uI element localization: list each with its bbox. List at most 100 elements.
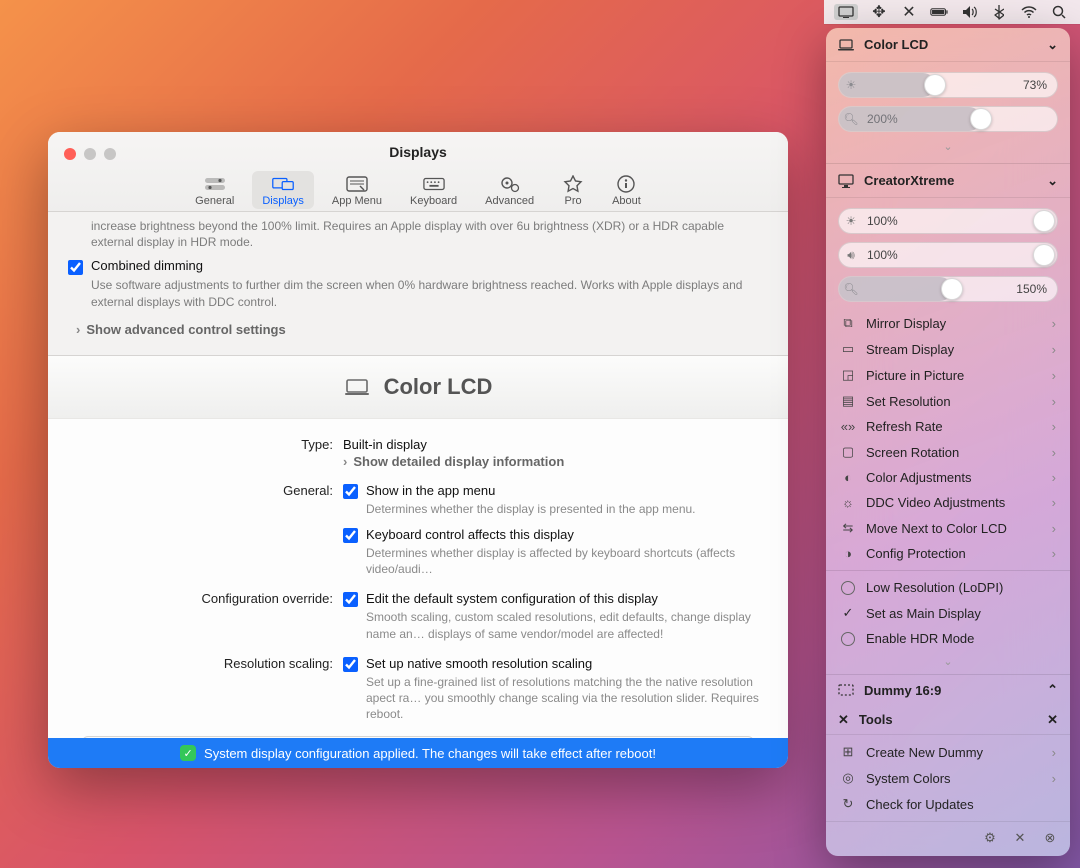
menubar-dropbox-icon[interactable]: ✥ <box>870 3 888 21</box>
panel-header-color-lcd[interactable]: Color LCD ⌄ <box>826 28 1070 62</box>
general-label: General: <box>68 483 343 588</box>
palette-icon: ◐ <box>840 470 856 485</box>
menu-item-label: Mirror Display <box>866 316 946 331</box>
gear-icon[interactable]: ⚙︎ <box>982 830 998 846</box>
laptop-icon <box>838 39 854 51</box>
reload-icon: ↻ <box>840 796 856 812</box>
display-header-title: Color LCD <box>384 374 493 400</box>
menu-section-display-actions: ⧉Mirror Display›▭Stream Display›◲Picture… <box>826 306 1070 570</box>
menu-item-mirror[interactable]: ⧉Mirror Display› <box>826 310 1070 336</box>
menu-item-hdr[interactable]: Enable HDR Mode <box>826 626 1070 651</box>
settings-window: Displays General Displays App Menu Keybo… <box>48 132 788 768</box>
power-icon[interactable]: ⊗ <box>1042 830 1058 846</box>
stream-icon: ▭ <box>840 341 856 357</box>
tab-app-menu[interactable]: App Menu <box>322 171 392 209</box>
brightness-d1-value: 73% <box>1023 78 1047 92</box>
menu-item-protect[interactable]: ◑Config Protection› <box>826 541 1070 566</box>
banner-text: System display configuration applied. Th… <box>204 746 656 761</box>
tab-pro[interactable]: Pro <box>552 171 594 209</box>
menu-item-label: DDC Video Adjustments <box>866 495 1005 510</box>
plus-icon: ⊞ <box>840 744 856 760</box>
menubar-volume-icon[interactable] <box>960 3 978 21</box>
tools-label: Tools <box>859 712 893 727</box>
tab-advanced[interactable]: Advanced <box>475 171 544 209</box>
laptop-icon <box>344 378 370 396</box>
menu-item-label: Set as Main Display <box>866 606 981 621</box>
panel-header-tools[interactable]: ✕ Tools ✕ <box>826 705 1070 735</box>
wrench-icon[interactable]: ✕ <box>1012 830 1028 846</box>
panel-header-dummy[interactable]: Dummy 16:9 ⌃ <box>826 675 1070 705</box>
menu-item-label: Stream Display <box>866 342 954 357</box>
menu-item-main[interactable]: ✓Set as Main Display <box>826 600 1070 626</box>
expand-caret-d2[interactable]: ⌄ <box>826 655 1070 674</box>
menu-item-coloradj[interactable]: ◐Color Adjustments› <box>826 465 1070 490</box>
menubar: ✥ ✕ <box>824 0 1080 24</box>
combined-dimming-desc: Use software adjustments to further dim … <box>91 277 768 309</box>
tab-about[interactable]: About <box>602 171 651 209</box>
truncated-xdr-desc: increase brightness beyond the 100% limi… <box>91 218 768 250</box>
config-override-label: Configuration override: <box>68 591 343 651</box>
menu-item-lodpi[interactable]: Low Resolution (LoDPI) <box>826 575 1070 600</box>
menu-item-syscolors[interactable]: ◎System Colors› <box>826 765 1070 791</box>
menubar-display-icon[interactable] <box>834 4 858 20</box>
menu-item-label: Refresh Rate <box>866 419 943 434</box>
chevron-right-icon: › <box>1052 342 1056 357</box>
zoom-d2-value: 150% <box>1016 282 1047 296</box>
brightness-slider-d1[interactable]: ☀︎ 73% <box>838 72 1058 98</box>
brightness-d2-value: 100% <box>867 214 898 228</box>
show-advanced-control-disclosure[interactable]: Show advanced control settings <box>76 322 768 337</box>
menubar-search-icon[interactable] <box>1050 3 1068 21</box>
show-in-menu-checkbox[interactable] <box>343 484 358 499</box>
panel-header-creatorxtreme[interactable]: CreatorXtreme ⌄ <box>826 164 1070 198</box>
menu-item-rotation[interactable]: ▢Screen Rotation› <box>826 439 1070 465</box>
menu-section-toggles: Low Resolution (LoDPI)✓Set as Main Displ… <box>826 571 1070 655</box>
panel-footer: ⚙︎ ✕ ⊗ <box>826 821 1070 856</box>
close-icon[interactable]: ✕ <box>1047 712 1058 728</box>
edit-config-checkbox[interactable] <box>343 592 358 607</box>
menubar-tools-icon[interactable]: ✕ <box>900 3 918 21</box>
menubar-bluetooth-icon[interactable] <box>990 3 1008 21</box>
chevron-right-icon: › <box>1052 470 1056 485</box>
menubar-battery-icon[interactable] <box>930 3 948 21</box>
dummy-icon <box>838 684 854 696</box>
tab-general[interactable]: General <box>185 171 244 209</box>
zoom-slider-d1[interactable]: 🔍︎ 200% <box>838 106 1058 132</box>
chevron-right-icon: › <box>1052 419 1056 434</box>
brightness-slider-d2[interactable]: ☀︎ 100% <box>838 208 1058 234</box>
type-value: Built-in display <box>343 437 768 452</box>
native-scaling-checkbox[interactable] <box>343 657 358 672</box>
menu-item-label: System Colors <box>866 771 951 786</box>
menu-section-tools: ⊞Create New Dummy› ◎ System Colors › ↻Check … <box>826 735 1070 821</box>
edit-config-desc: Smooth scaling, custom scaled resolution… <box>366 609 768 641</box>
sun-icon: ☀︎ <box>839 214 863 228</box>
tools-icon: ✕ <box>838 712 849 728</box>
display-header: Color LCD <box>48 355 788 419</box>
keyboard-control-checkbox[interactable] <box>343 528 358 543</box>
tab-keyboard[interactable]: Keyboard <box>400 171 467 209</box>
menu-item-movenext[interactable]: ⇆Move Next to Color LCD› <box>826 515 1070 541</box>
checkmark-icon: ✓ <box>180 745 196 761</box>
refresh-icon: «» <box>840 419 856 434</box>
lodpi-icon <box>840 581 856 595</box>
combined-dimming-checkbox[interactable] <box>68 260 83 275</box>
menu-item-newdummy[interactable]: ⊞Create New Dummy› <box>826 739 1070 765</box>
menu-item-refresh[interactable]: «» Refresh Rate › <box>826 414 1070 439</box>
expand-caret-d1[interactable]: ⌄ <box>838 140 1058 159</box>
chevron-right-icon: › <box>1052 745 1056 760</box>
volume-slider-d2[interactable]: 🔊︎ 100% <box>838 242 1058 268</box>
show-detailed-info-disclosure[interactable]: Show detailed display information <box>343 454 768 469</box>
content-area: increase brightness beyond the 100% limi… <box>48 212 788 768</box>
zoom-slider-d2[interactable]: 🔍︎ 150% <box>838 276 1058 302</box>
menu-item-pip[interactable]: ◲Picture in Picture› <box>826 362 1070 388</box>
chevron-down-icon: ⌄ <box>1047 173 1058 189</box>
speaker-icon: 🔊︎ <box>839 248 863 263</box>
drop-icon: ◎ <box>840 770 856 786</box>
menu-item-stream[interactable]: ▭ Stream Display › <box>826 336 1070 362</box>
menu-item-setres[interactable]: ▤Set Resolution› <box>826 388 1070 414</box>
tab-displays[interactable]: Displays <box>252 171 314 209</box>
menu-item-ddc[interactable]: ☼DDC Video Adjustments› <box>826 490 1070 515</box>
menu-item-updates[interactable]: ↻Check for Updates <box>826 791 1070 817</box>
chevron-right-icon: › <box>1052 368 1056 383</box>
chevron-right-icon: › <box>1052 495 1056 510</box>
menubar-wifi-icon[interactable] <box>1020 3 1038 21</box>
